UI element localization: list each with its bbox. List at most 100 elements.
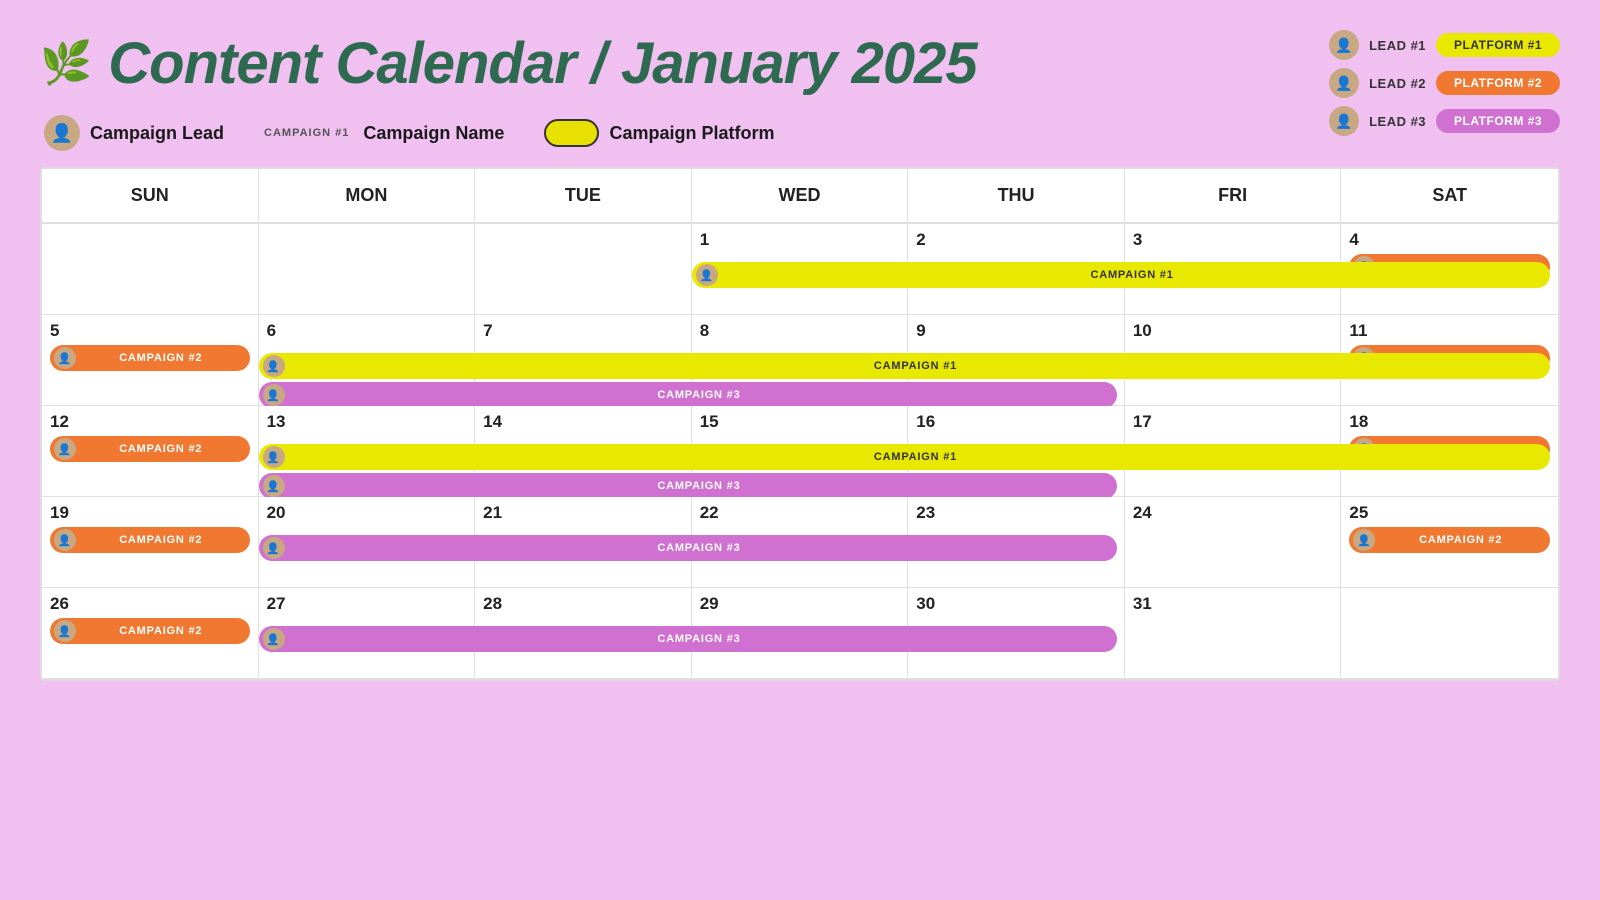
campaign-bar: 👤CAMPAIGN #2 bbox=[1349, 436, 1550, 462]
platform-badge: PLATFORM #2 bbox=[1436, 71, 1560, 95]
bar-avatar: 👤 bbox=[1353, 347, 1375, 369]
platform-badge: PLATFORM #1 bbox=[1436, 33, 1560, 57]
bar-avatar: 👤 bbox=[54, 529, 76, 551]
cal-cell: 5 👤 CAMPAIGN #2 bbox=[42, 315, 259, 405]
cal-cell bbox=[42, 224, 259, 314]
legend-campaign: CAMPAIGN #1 Campaign Name bbox=[264, 123, 504, 144]
platform-badge: PLATFORM #3 bbox=[1436, 109, 1560, 133]
top-legend-avatar: 👤 bbox=[1329, 68, 1359, 98]
cal-cell: 14 bbox=[475, 406, 692, 496]
day-number: 27 bbox=[267, 594, 467, 614]
cal-cell: 18 👤CAMPAIGN #2 bbox=[1341, 406, 1558, 496]
legend-platform: Campaign Platform bbox=[544, 119, 774, 147]
legend-campaign-name: Campaign Name bbox=[363, 123, 504, 144]
day-number: 24 bbox=[1133, 503, 1333, 523]
top-legend-avatar: 👤 bbox=[1329, 30, 1359, 60]
cal-cell: 25👤CAMPAIGN #2 bbox=[1341, 497, 1558, 587]
cal-cell: 4 👤 CAMPAIGN #2 bbox=[1341, 224, 1558, 314]
bar-label: CAMPAIGN #2 bbox=[1381, 352, 1540, 364]
cal-header-cell: MON bbox=[259, 169, 476, 222]
day-number: 12 bbox=[50, 412, 250, 432]
top-legend-lead-id: LEAD #2 bbox=[1369, 76, 1426, 91]
cal-cell: 12 👤CAMPAIGN #2 bbox=[42, 406, 259, 496]
cal-cell: 20 bbox=[259, 497, 476, 587]
campaign-bar: 👤CAMPAIGN #2 bbox=[1349, 527, 1550, 553]
day-number: 14 bbox=[483, 412, 683, 432]
cal-header-cell: WED bbox=[692, 169, 909, 222]
cal-cell: 29 bbox=[692, 588, 909, 678]
bar-avatar: 👤 bbox=[54, 347, 76, 369]
top-legend-row: 👤 LEAD #2 PLATFORM #2 bbox=[1329, 68, 1560, 98]
day-number: 1 bbox=[700, 230, 900, 250]
top-legend-row: 👤 LEAD #1 PLATFORM #1 bbox=[1329, 30, 1560, 60]
cal-cell: 8 bbox=[692, 315, 909, 405]
cal-cell: 26👤CAMPAIGN #2 bbox=[42, 588, 259, 678]
day-number: 20 bbox=[267, 503, 467, 523]
cal-cell bbox=[259, 224, 476, 314]
legend-lead: 👤 Campaign Lead bbox=[44, 115, 224, 151]
day-number: 7 bbox=[483, 321, 683, 341]
day-number: 28 bbox=[483, 594, 683, 614]
day-number: 6 bbox=[267, 321, 467, 341]
bar-label: CAMPAIGN #2 bbox=[82, 352, 240, 364]
cal-cell: 23 bbox=[908, 497, 1125, 587]
cal-header-cell: TUE bbox=[475, 169, 692, 222]
bar-label: CAMPAIGN #2 bbox=[82, 625, 240, 637]
day-number: 13 bbox=[267, 412, 467, 432]
cal-week-row: 12👤CAMPAIGN #2131415161718👤CAMPAIGN #2👤C… bbox=[42, 406, 1558, 497]
day-number: 15 bbox=[700, 412, 900, 432]
calendar-header: SUNMONTUEWEDTHUFRISAT bbox=[42, 169, 1558, 224]
bar-label: CAMPAIGN #2 bbox=[82, 443, 240, 455]
bar-label: CAMPAIGN #2 bbox=[1381, 261, 1540, 273]
campaign-bar: 👤 CAMPAIGN #2 bbox=[50, 345, 250, 371]
top-legend-lead-id: LEAD #1 bbox=[1369, 38, 1426, 53]
page-title: Content Calendar / January 2025 bbox=[108, 30, 976, 97]
day-number: 10 bbox=[1133, 321, 1333, 341]
bar-avatar: 👤 bbox=[1353, 529, 1375, 551]
legend-platform-label: Campaign Platform bbox=[609, 123, 774, 144]
campaign-bar: 👤CAMPAIGN #2 bbox=[50, 527, 250, 553]
day-number: 4 bbox=[1349, 230, 1550, 250]
cal-cell: 22 bbox=[692, 497, 909, 587]
cal-row: 1234 👤 CAMPAIGN #2 bbox=[42, 224, 1558, 315]
bar-avatar: 👤 bbox=[1353, 256, 1375, 278]
cal-cell: 31 bbox=[1125, 588, 1342, 678]
cal-cell: 7 bbox=[475, 315, 692, 405]
bar-avatar: 👤 bbox=[1353, 438, 1375, 460]
legend-platform-pill bbox=[544, 119, 599, 147]
cal-cell: 3 bbox=[1125, 224, 1342, 314]
bar-avatar: 👤 bbox=[54, 620, 76, 642]
cal-cell: 27 bbox=[259, 588, 476, 678]
cal-cell: 11👤CAMPAIGN #2 bbox=[1341, 315, 1558, 405]
top-legend-avatar: 👤 bbox=[1329, 106, 1359, 136]
campaign-bar: 👤 CAMPAIGN #2 bbox=[50, 618, 250, 644]
cal-cell: 1 bbox=[692, 224, 909, 314]
day-number: 19 bbox=[50, 503, 250, 523]
cal-week-row: 26👤CAMPAIGN #22728293031👤CAMPAIGN #3 bbox=[42, 588, 1558, 679]
cal-cell: 28 bbox=[475, 588, 692, 678]
legend-lead-avatar: 👤 bbox=[44, 115, 80, 151]
day-number: 23 bbox=[916, 503, 1116, 523]
day-number: 2 bbox=[916, 230, 1116, 250]
calendar: SUNMONTUEWEDTHUFRISAT 1234👤CAMPAIGN #2👤C… bbox=[40, 167, 1560, 681]
day-number: 29 bbox=[700, 594, 900, 614]
cal-cell: 30 bbox=[908, 588, 1125, 678]
cal-cell: 21 bbox=[475, 497, 692, 587]
logo-icon: 🌿 bbox=[40, 39, 92, 88]
cal-cell: 19 👤CAMPAIGN #2 bbox=[42, 497, 259, 587]
cal-row: 19 👤CAMPAIGN #2 20 21 22 23 24 25👤CAMPAIGN #2 bbox=[42, 497, 1558, 588]
cal-header-cell: FRI bbox=[1125, 169, 1342, 222]
campaign-bar: 👤CAMPAIGN #2 bbox=[50, 436, 250, 462]
cal-cell: 13 bbox=[259, 406, 476, 496]
day-number: 21 bbox=[483, 503, 683, 523]
cal-row: 26👤CAMPAIGN #22728293031 bbox=[42, 588, 1558, 679]
campaign-bar: 👤 CAMPAIGN #2 bbox=[1349, 254, 1550, 280]
top-right-legend: 👤 LEAD #1 PLATFORM #1 👤 LEAD #2 PLATFORM… bbox=[1329, 30, 1560, 136]
day-number: 3 bbox=[1133, 230, 1333, 250]
cal-header-cell: SUN bbox=[42, 169, 259, 222]
day-number: 30 bbox=[916, 594, 1116, 614]
cal-week-row: 1234👤CAMPAIGN #2👤CAMPAIGN #1 bbox=[42, 224, 1558, 315]
day-number: 5 bbox=[50, 321, 250, 341]
day-number: 18 bbox=[1349, 412, 1550, 432]
cal-cell: 10 bbox=[1125, 315, 1342, 405]
